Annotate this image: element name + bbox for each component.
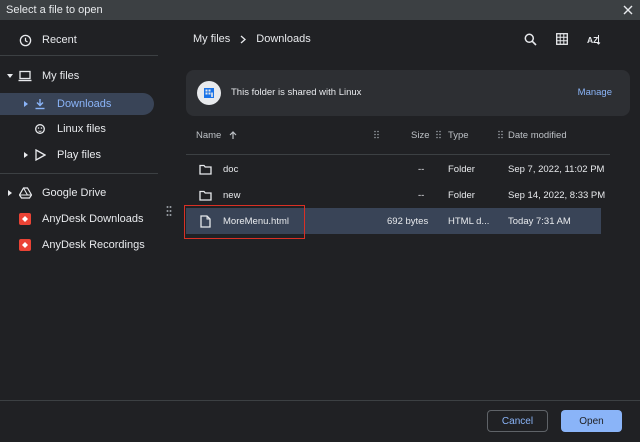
sidebar-item-label: Google Drive: [42, 187, 107, 199]
play-icon: [33, 148, 47, 162]
close-button[interactable]: [618, 0, 638, 20]
sort-ascending-icon: [229, 131, 237, 139]
expand-arrow-icon[interactable]: [22, 100, 30, 108]
grid-view-icon: [556, 33, 568, 45]
banner-message: This folder is shared with Linux: [231, 87, 362, 98]
sidebar-resize-handle[interactable]: [166, 204, 172, 216]
manage-link[interactable]: Manage: [578, 87, 612, 98]
drag-handle-icon: [436, 130, 441, 139]
sidebar-item-downloads[interactable]: Downloads: [0, 93, 154, 115]
search-icon: [524, 33, 537, 46]
sidebar-item-google-drive[interactable]: Google Drive: [0, 182, 158, 204]
sidebar-item-label: Recent: [42, 34, 77, 46]
sidebar-item-play-files[interactable]: Play files: [0, 144, 158, 166]
sidebar-item-label: Play files: [57, 149, 102, 161]
title-bar: Select a file to open: [0, 0, 640, 20]
sidebar-item-label: Linux files: [57, 123, 106, 135]
open-button[interactable]: Open: [561, 410, 622, 432]
download-icon: [33, 97, 47, 111]
folder-icon: [198, 162, 212, 176]
anydesk-icon: [18, 238, 32, 252]
svg-text:AZ: AZ: [587, 35, 598, 45]
file-modified: Sep 14, 2022, 8:33 PM: [508, 190, 606, 201]
breadcrumb-my-files[interactable]: My files: [193, 33, 230, 45]
divider: [0, 55, 158, 56]
sidebar-item-label: AnyDesk Recordings: [42, 239, 145, 251]
sort-az-icon: AZ: [587, 34, 601, 45]
expand-arrow-icon[interactable]: [6, 72, 14, 80]
file-name: doc: [223, 164, 239, 175]
building-icon: [197, 81, 221, 105]
folder-icon: [198, 188, 212, 202]
anydesk-icon: [18, 212, 32, 226]
chevron-right-icon: [240, 35, 247, 44]
column-name-label: Name: [196, 130, 222, 141]
expand-arrow-icon[interactable]: [6, 189, 14, 197]
laptop-icon: [18, 69, 32, 83]
file-size: --: [418, 164, 425, 175]
column-type[interactable]: Type: [448, 130, 469, 141]
column-date-modified[interactable]: Date modified: [508, 130, 567, 141]
table-row[interactable]: doc -- Folder Sep 7, 2022, 11:02 PM: [186, 156, 605, 182]
column-size[interactable]: Size: [411, 130, 429, 141]
file-modified: Today 7:31 AM: [508, 216, 571, 227]
sidebar-item-recent[interactable]: Recent: [0, 29, 158, 51]
expand-arrow-icon[interactable]: [22, 151, 30, 159]
file-size: --: [418, 190, 425, 201]
sidebar-item-label: AnyDesk Downloads: [42, 213, 144, 225]
file-type: HTML d...: [448, 216, 490, 227]
file-type: Folder: [448, 164, 475, 175]
divider: [186, 154, 610, 155]
file-size: 692 bytes: [387, 216, 429, 227]
column-resize-handle[interactable]: [498, 130, 503, 139]
file-type: Folder: [448, 190, 475, 201]
file-name: MoreMenu.html: [223, 216, 289, 227]
sidebar-item-anydesk-downloads[interactable]: AnyDesk Downloads: [0, 208, 158, 230]
file-picker-dialog: Select a file to open Recent My files Do…: [0, 0, 640, 442]
linux-icon: [33, 122, 47, 136]
drive-icon: [18, 186, 32, 200]
table-row-selected[interactable]: MoreMenu.html 692 bytes HTML d... Today …: [186, 208, 601, 234]
file-modified: Sep 7, 2022, 11:02 PM: [508, 164, 605, 175]
dialog-title: Select a file to open: [6, 4, 103, 16]
file-list-header: Name Size Type Date modified: [186, 128, 606, 154]
drag-handle-icon: [374, 130, 379, 139]
linux-share-banner: This folder is shared with Linux Manage: [186, 70, 630, 116]
sidebar-item-label: Downloads: [57, 98, 112, 110]
sidebar-item-linux-files[interactable]: Linux files: [0, 118, 158, 140]
breadcrumb: My files Downloads: [193, 32, 311, 46]
file-name: new: [223, 190, 241, 201]
search-button[interactable]: [521, 30, 539, 48]
sidebar-item-anydesk-recordings[interactable]: AnyDesk Recordings: [0, 234, 158, 256]
sidebar-item-my-files[interactable]: My files: [0, 65, 158, 87]
clock-icon: [18, 33, 32, 47]
sidebar: Recent My files Downloads Linux files Pl…: [0, 20, 160, 400]
column-name[interactable]: Name: [196, 130, 237, 141]
divider: [0, 173, 158, 174]
divider: [0, 400, 640, 401]
sort-button[interactable]: AZ: [584, 30, 604, 48]
table-row[interactable]: new -- Folder Sep 14, 2022, 8:33 PM: [186, 182, 605, 208]
drag-handle-icon: [498, 130, 503, 139]
column-resize-handle[interactable]: [374, 130, 379, 139]
column-resize-handle[interactable]: [436, 130, 441, 139]
sidebar-item-label: My files: [42, 70, 80, 82]
file-icon: [198, 214, 212, 228]
drag-handle-icon: [166, 206, 172, 216]
grid-view-button[interactable]: [553, 30, 571, 48]
breadcrumb-downloads[interactable]: Downloads: [256, 33, 310, 45]
close-icon: [623, 5, 633, 15]
cancel-button[interactable]: Cancel: [487, 410, 548, 432]
